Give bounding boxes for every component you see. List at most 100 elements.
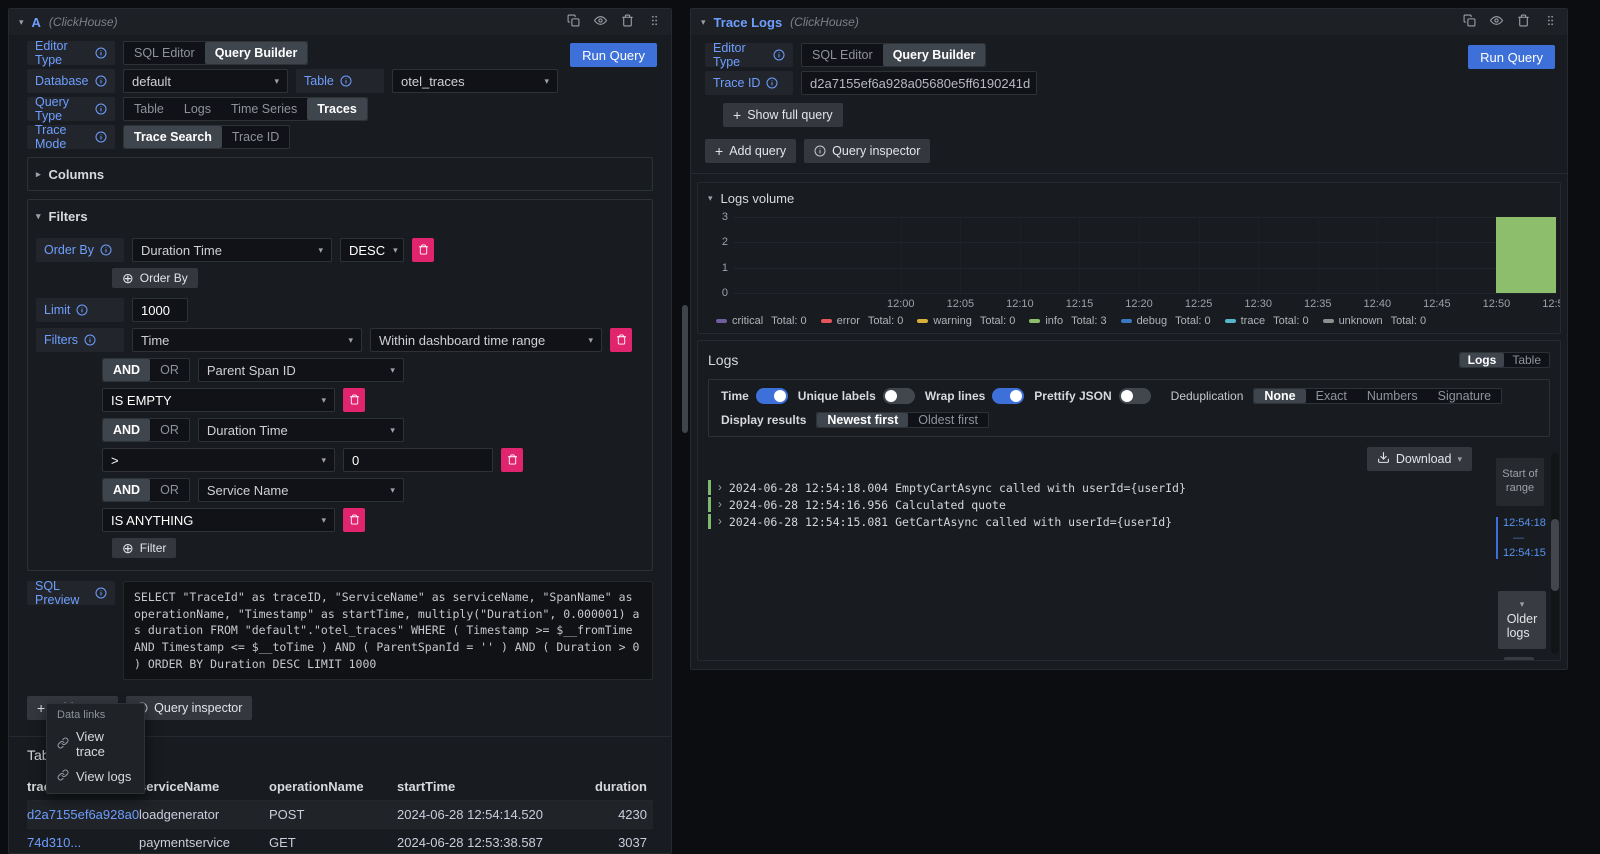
duplicate-query-icon[interactable] — [1463, 14, 1476, 30]
radio-option-or[interactable]: OR — [150, 419, 189, 441]
legend-item-info[interactable]: infoTotal: 3 — [1029, 315, 1106, 327]
log-expand-chevron-icon[interactable]: › — [718, 516, 722, 528]
legend-item-trace[interactable]: traceTotal: 0 — [1225, 315, 1309, 327]
radio-option-logs[interactable]: Logs — [174, 98, 221, 120]
info-icon[interactable] — [95, 47, 107, 59]
filter-operator-select[interactable]: IS ANYTHING▾ — [102, 508, 335, 532]
query-inspector-button-logs[interactable]: Query inspector — [804, 139, 930, 163]
add-query-button-logs[interactable]: +Add query — [705, 139, 796, 163]
trace-id-link[interactable]: d2a7155ef6a928a05... — [27, 801, 139, 829]
run-query-button-logs[interactable]: Run Query — [1468, 45, 1555, 69]
log-expand-chevron-icon[interactable]: › — [718, 499, 722, 511]
radio-option-and[interactable]: AND — [103, 419, 150, 441]
radio-option-and[interactable]: AND — [103, 479, 150, 501]
remove-order-by-button[interactable] — [412, 238, 434, 262]
radio-option-newest-first[interactable]: Newest first — [817, 413, 908, 427]
log-row[interactable]: ›2024-06-28 12:54:18.004EmptyCartAsync c… — [708, 479, 1550, 496]
radio-option-none[interactable]: None — [1254, 389, 1305, 403]
filter-field-select[interactable]: Service Name▾ — [198, 478, 404, 502]
info-icon[interactable] — [100, 244, 112, 256]
radio-option-oldest-first[interactable]: Oldest first — [908, 413, 988, 427]
toggle-switch[interactable] — [992, 388, 1024, 404]
table-header-duration[interactable]: duration — [553, 773, 653, 801]
trace-id-link[interactable]: 74d310... — [27, 829, 139, 854]
order-by-field-select[interactable]: Duration Time▾ — [132, 238, 332, 262]
table-header-operationName[interactable]: operationName — [269, 773, 397, 801]
older-logs-button[interactable]: ▾ Olderlogs — [1498, 591, 1546, 649]
radio-option-query-builder[interactable]: Query Builder — [205, 42, 308, 64]
radio-option-logs[interactable]: Logs — [1460, 353, 1505, 367]
radio-option-trace-search[interactable]: Trace Search — [124, 126, 222, 148]
show-full-query-button[interactable]: +Show full query — [723, 103, 843, 127]
logs-scrollbar-thumb[interactable] — [1551, 519, 1559, 591]
radio-option-or[interactable]: OR — [150, 479, 189, 501]
info-icon[interactable] — [95, 103, 107, 115]
add-order-by-button[interactable]: ⊕Order By — [112, 268, 198, 288]
filter-operator-select[interactable]: >▾ — [102, 448, 335, 472]
page-scrollbar-thumb[interactable] — [682, 305, 688, 433]
collapse-chevron-icon[interactable]: ▾ — [19, 17, 24, 28]
delete-query-icon[interactable] — [1517, 14, 1530, 30]
info-icon[interactable] — [773, 49, 785, 61]
database-select[interactable]: default▾ — [123, 69, 288, 93]
remove-filter-button[interactable] — [343, 508, 365, 532]
drag-handle-icon[interactable] — [648, 14, 661, 30]
toggle-switch[interactable] — [1119, 388, 1151, 404]
radio-option-query-builder[interactable]: Query Builder — [883, 44, 986, 66]
info-icon[interactable] — [95, 75, 107, 87]
remove-filter-button[interactable] — [501, 448, 523, 472]
trace-logs-header[interactable]: ▾ Trace Logs (ClickHouse) — [691, 9, 1567, 35]
duplicate-query-icon[interactable] — [567, 14, 580, 30]
radio-option-trace-id[interactable]: Trace ID — [222, 126, 289, 148]
radio-option-traces[interactable]: Traces — [307, 98, 367, 120]
table-header-startTime[interactable]: startTime — [397, 773, 553, 801]
logs-volume-chart[interactable]: 012312:0012:0512:1012:1512:2012:2512:301… — [734, 217, 1556, 293]
info-icon[interactable] — [95, 587, 107, 599]
scroll-to-top-button[interactable]: ↑ — [1504, 657, 1534, 661]
radio-option-numbers[interactable]: Numbers — [1357, 389, 1428, 403]
trace-id-input[interactable]: d2a7155ef6a928a05680e5ff6190241d — [801, 71, 1037, 95]
legend-item-critical[interactable]: criticalTotal: 0 — [716, 315, 807, 327]
radio-option-or[interactable]: OR — [150, 359, 189, 381]
add-filter-button[interactable]: ⊕Filter — [112, 538, 176, 558]
legend-item-warning[interactable]: warningTotal: 0 — [917, 315, 1015, 327]
radio-option-time-series[interactable]: Time Series — [221, 98, 307, 120]
hide-query-icon[interactable] — [1490, 14, 1503, 30]
download-button[interactable]: Download▾ — [1367, 447, 1472, 471]
filters-section-header[interactable]: ▾ Filters — [36, 206, 644, 226]
panel-a-header[interactable]: ▾ A (ClickHouse) — [9, 9, 671, 35]
info-icon[interactable] — [95, 131, 107, 143]
table-select[interactable]: otel_traces▾ — [392, 69, 558, 93]
legend-item-unknown[interactable]: unknownTotal: 0 — [1323, 315, 1427, 327]
log-expand-chevron-icon[interactable]: › — [718, 482, 722, 494]
filter-value-input[interactable]: 0 — [343, 448, 493, 472]
radio-option-and[interactable]: AND — [103, 359, 150, 381]
order-by-direction-select[interactable]: DESC▾ — [340, 238, 404, 262]
radio-option-sql-editor[interactable]: SQL Editor — [124, 42, 205, 64]
radio-option-table[interactable]: Table — [1504, 353, 1549, 367]
filter-field-select-time[interactable]: Time▾ — [132, 328, 362, 352]
view-trace-menu-item[interactable]: View trace — [47, 724, 144, 764]
drag-handle-icon[interactable] — [1544, 14, 1557, 30]
remove-filter-button[interactable] — [343, 388, 365, 412]
table-header-serviceName[interactable]: serviceName — [139, 773, 269, 801]
filter-field-select[interactable]: Parent Span ID▾ — [198, 358, 404, 382]
legend-item-debug[interactable]: debugTotal: 0 — [1121, 315, 1211, 327]
legend-item-error[interactable]: errorTotal: 0 — [821, 315, 904, 327]
toggle-switch[interactable] — [883, 388, 915, 404]
radio-option-signature[interactable]: Signature — [1428, 389, 1502, 403]
limit-input[interactable]: 1000 — [132, 298, 188, 322]
logs-volume-header[interactable]: ▾ Logs volume — [708, 189, 1556, 207]
info-icon[interactable] — [340, 75, 352, 87]
radio-option-sql-editor[interactable]: SQL Editor — [802, 44, 883, 66]
filter-condition-select-time[interactable]: Within dashboard time range▾ — [370, 328, 602, 352]
delete-query-icon[interactable] — [621, 14, 634, 30]
filter-operator-select[interactable]: IS EMPTY▾ — [102, 388, 335, 412]
info-icon[interactable] — [76, 304, 88, 316]
query-inspector-button-a[interactable]: Query inspector — [126, 696, 252, 720]
collapse-chevron-icon[interactable]: ▾ — [701, 17, 706, 28]
log-row[interactable]: ›2024-06-28 12:54:15.081GetCartAsync cal… — [708, 513, 1550, 530]
info-icon[interactable] — [84, 334, 96, 346]
filter-field-select[interactable]: Duration Time▾ — [198, 418, 404, 442]
info-icon[interactable] — [766, 77, 778, 89]
